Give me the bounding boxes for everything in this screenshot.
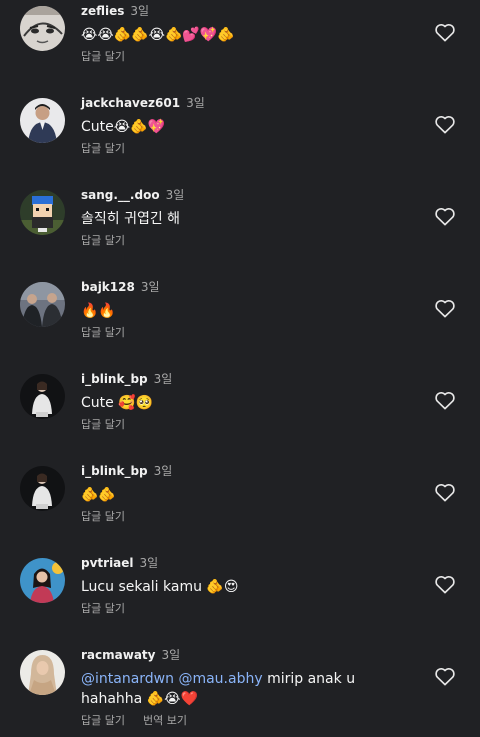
- comment-text: 🫵🫵: [81, 487, 116, 503]
- comment-text: Lucu sekali kamu 🫵😍: [81, 579, 239, 595]
- username[interactable]: sang.__.doo: [81, 188, 160, 202]
- comment-item: racmawaty 3일 @intanardwn @mau.abhy mirip …: [0, 647, 480, 737]
- reply-button[interactable]: 답글 달기: [81, 602, 125, 615]
- translate-button[interactable]: 번역 보기: [143, 714, 187, 727]
- sketch-face-avatar: [20, 6, 65, 51]
- timestamp: 3일: [161, 648, 181, 662]
- timestamp: 3일: [140, 280, 160, 294]
- username[interactable]: racmawaty: [81, 648, 155, 662]
- heart-outline-icon[interactable]: [434, 298, 456, 318]
- reply-button[interactable]: 답글 달기: [81, 326, 125, 339]
- person-in-white-avatar: [20, 466, 65, 511]
- mention-link[interactable]: @mau.abhy: [178, 671, 262, 687]
- heart-outline-icon[interactable]: [434, 206, 456, 226]
- mention-link[interactable]: @intanardwn: [81, 671, 174, 687]
- timestamp: 3일: [153, 372, 173, 386]
- timestamp: 3일: [153, 464, 173, 478]
- username[interactable]: zeflies: [81, 4, 124, 18]
- comment-text: Cute😭🫵💖: [81, 119, 165, 135]
- timestamp: 3일: [165, 188, 185, 202]
- heart-outline-icon[interactable]: [434, 482, 456, 502]
- comment-text: 🔥🔥: [81, 303, 116, 319]
- comment-item: sang.__.doo 3일 솔직히 귀엽긴 해 답글 달기: [0, 187, 480, 279]
- timestamp: 3일: [139, 556, 159, 570]
- avatar[interactable]: [20, 650, 65, 695]
- comment-list: zeflies 3일 😭😭🫵🫵😭🫵💕💖🫵 답글 달기 jackchavez601…: [0, 0, 480, 737]
- avatar[interactable]: [20, 374, 65, 419]
- man-in-suit-avatar: [20, 98, 65, 143]
- reply-button[interactable]: 답글 달기: [81, 50, 125, 63]
- username[interactable]: i_blink_bp: [81, 372, 148, 386]
- avatar[interactable]: [20, 466, 65, 511]
- heart-outline-icon[interactable]: [434, 114, 456, 134]
- username[interactable]: pvtriael: [81, 556, 134, 570]
- blue-background-portrait-avatar: [20, 558, 65, 603]
- hijab-woman-avatar: [20, 650, 65, 695]
- comment-item: i_blink_bp 3일 Cute 🥰🥺 답글 달기: [0, 371, 480, 463]
- reply-button[interactable]: 답글 달기: [81, 142, 125, 155]
- heart-outline-icon[interactable]: [434, 574, 456, 594]
- reply-button[interactable]: 답글 달기: [81, 510, 125, 523]
- heart-outline-icon[interactable]: [434, 666, 456, 686]
- comment-item: bajk128 3일 🔥🔥 답글 달기: [0, 279, 480, 371]
- avatar[interactable]: [20, 558, 65, 603]
- username[interactable]: bajk128: [81, 280, 135, 294]
- username[interactable]: jackchavez601: [81, 96, 180, 110]
- heart-outline-icon[interactable]: [434, 390, 456, 410]
- comment-text: 😭😭🫵🫵😭🫵💕💖🫵: [81, 27, 235, 43]
- avatar[interactable]: [20, 190, 65, 235]
- reply-button[interactable]: 답글 달기: [81, 418, 125, 431]
- timestamp: 3일: [186, 96, 205, 110]
- comment-text: 솔직히 귀엽긴 해: [81, 211, 181, 227]
- cartoon-character-avatar: [20, 190, 65, 235]
- comment-item: i_blink_bp 3일 🫵🫵 답글 달기: [0, 463, 480, 555]
- group-photo-avatar: [20, 282, 65, 327]
- person-in-white-avatar: [20, 374, 65, 419]
- comment-item: zeflies 3일 😭😭🫵🫵😭🫵💕💖🫵 답글 달기: [0, 3, 480, 95]
- reply-button[interactable]: 답글 달기: [81, 714, 125, 727]
- comment-item: pvtriael 3일 Lucu sekali kamu 🫵😍 답글 달기: [0, 555, 480, 647]
- timestamp: 3일: [130, 4, 150, 18]
- username[interactable]: i_blink_bp: [81, 464, 148, 478]
- comment-text: Cute 🥰🥺: [81, 395, 154, 411]
- heart-outline-icon[interactable]: [434, 22, 456, 42]
- comment-text: @intanardwn @mau.abhy mirip anak u hahah…: [81, 669, 420, 709]
- comment-item: jackchavez601 3일 Cute😭🫵💖 답글 달기: [0, 95, 480, 187]
- avatar[interactable]: [20, 6, 65, 51]
- reply-button[interactable]: 답글 달기: [81, 234, 125, 247]
- avatar[interactable]: [20, 282, 65, 327]
- avatar[interactable]: [20, 98, 65, 143]
